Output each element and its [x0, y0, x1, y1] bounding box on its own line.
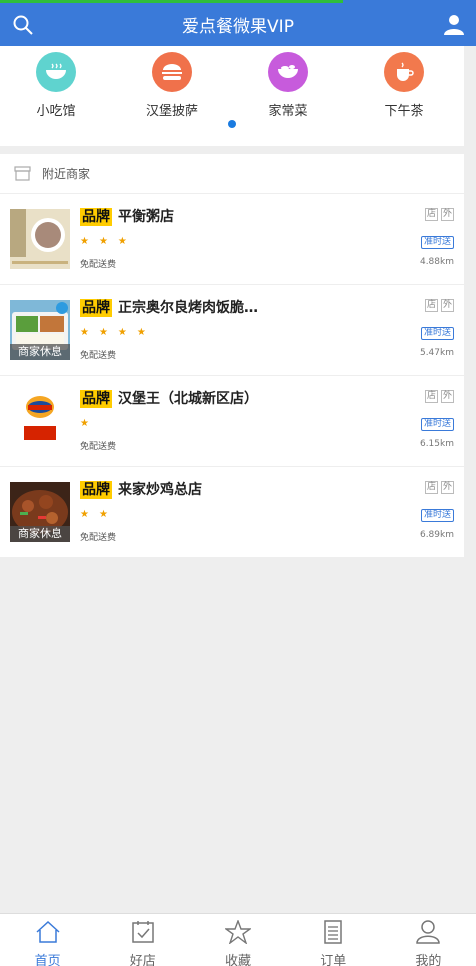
calendar-check-icon — [132, 921, 154, 943]
ontime-badge: 准时送 — [420, 327, 454, 340]
bottom-tab-bar: 首页 好店 收藏 订单 我的 — [0, 913, 476, 966]
category-snack-bar[interactable]: 小吃馆 — [16, 52, 96, 119]
takeout-badge: 外 — [440, 390, 454, 403]
ontime-badge: 准时送 — [420, 236, 454, 249]
nearby-shops-panel: 附近商家 品牌 平衡粥店 ★★★ 免配送费 店 外 准时送 4.88km 商家休… — [0, 154, 464, 558]
category-label: 下午茶 — [384, 104, 424, 119]
shop-thumbnail — [10, 209, 70, 269]
service-badges: 店 外 — [424, 299, 454, 312]
takeout-badge: 外 — [440, 299, 454, 312]
tab-good-shops[interactable]: 好店 — [95, 914, 190, 966]
delivery-fee: 免配送费 — [80, 260, 117, 270]
category-home-cooking[interactable]: 家常菜 — [248, 52, 328, 119]
store-badge: 店 — [424, 208, 438, 221]
shop-distance: 6.15km — [419, 439, 454, 449]
shop-name: 汉堡王（北城新区店） — [118, 391, 258, 407]
brand-tag: 品牌 — [80, 481, 112, 499]
category-carousel: 小吃馆 汉堡披萨 家常菜 下午茶 — [0, 46, 464, 146]
burger-icon — [152, 52, 192, 92]
shop-distance: 5.47km — [419, 348, 454, 358]
shop-closed-label: 商家休息 — [10, 526, 70, 542]
tab-me[interactable]: 我的 — [381, 914, 476, 966]
shop-closed-label: 商家休息 — [10, 344, 70, 360]
tab-orders[interactable]: 订单 — [286, 914, 381, 966]
shop-name: 来家炒鸡总店 — [118, 482, 202, 498]
user-icon[interactable] — [442, 12, 466, 36]
tab-label: 好店 — [129, 954, 156, 966]
tab-home[interactable]: 首页 — [0, 914, 95, 966]
store-icon — [14, 166, 31, 181]
shop-thumbnail — [10, 391, 70, 451]
shop-item[interactable]: 品牌 汉堡王（北城新区店） ★ 免配送费 店 外 准时送 6.15km — [0, 376, 464, 467]
delivery-fee: 免配送费 — [80, 533, 117, 543]
shop-distance: 4.88km — [419, 257, 454, 267]
home-icon — [36, 920, 60, 943]
document-icon — [324, 920, 342, 944]
teacup-icon — [384, 52, 424, 92]
carousel-page-indicator — [228, 120, 236, 128]
shop-thumbnail: 商家休息 — [10, 300, 70, 360]
delivery-fee: 免配送费 — [80, 351, 117, 361]
tab-label: 收藏 — [225, 954, 252, 966]
store-badge: 店 — [424, 390, 438, 403]
nearby-header: 附近商家 — [0, 154, 464, 194]
tab-label: 订单 — [320, 954, 347, 966]
category-label: 汉堡披萨 — [145, 104, 198, 119]
header: 爱点餐微果VIP — [0, 3, 476, 46]
takeout-badge: 外 — [440, 481, 454, 494]
ontime-badge: 准时送 — [420, 418, 454, 431]
store-badge: 店 — [424, 481, 438, 494]
bowl-icon — [36, 52, 76, 92]
star-icon — [223, 919, 253, 945]
brand-tag: 品牌 — [80, 390, 112, 408]
service-badges: 店 外 — [424, 481, 454, 494]
brand-tag: 品牌 — [80, 208, 112, 226]
search-icon[interactable] — [12, 14, 34, 36]
service-badges: 店 外 — [424, 390, 454, 403]
ontime-badge: 准时送 — [420, 509, 454, 522]
dish-icon — [268, 52, 308, 92]
nearby-title: 附近商家 — [42, 167, 91, 181]
tab-label: 首页 — [34, 954, 61, 966]
tab-favorites[interactable]: 收藏 — [190, 914, 285, 966]
tab-label: 我的 — [415, 954, 442, 966]
shop-name: 正宗奥尔良烤肉饭脆… — [118, 300, 258, 316]
shop-rating: ★★ — [80, 509, 118, 520]
category-burger-pizza[interactable]: 汉堡披萨 — [132, 52, 212, 119]
shop-item[interactable]: 品牌 平衡粥店 ★★★ 免配送费 店 外 准时送 4.88km — [0, 194, 464, 285]
category-label: 小吃馆 — [36, 104, 76, 119]
category-label: 家常菜 — [268, 104, 308, 119]
shop-name: 平衡粥店 — [118, 209, 174, 225]
shop-thumbnail: 商家休息 — [10, 482, 70, 542]
shop-item[interactable]: 商家休息 品牌 来家炒鸡总店 ★★ 免配送费 店 外 准时送 6.89km — [0, 467, 464, 558]
shop-rating: ★★★ — [80, 236, 137, 247]
store-badge: 店 — [424, 299, 438, 312]
shop-rating: ★★★★ — [80, 327, 156, 338]
category-afternoon-tea[interactable]: 下午茶 — [364, 52, 444, 119]
shop-rating: ★ — [80, 418, 99, 429]
brand-tag: 品牌 — [80, 299, 112, 317]
app-title: 爱点餐微果VIP — [182, 17, 294, 37]
service-badges: 店 外 — [424, 208, 454, 221]
burger-king-logo — [24, 396, 56, 440]
takeout-badge: 外 — [440, 208, 454, 221]
shop-item[interactable]: 商家休息 品牌 正宗奥尔良烤肉饭脆… ★★★★ 免配送费 店 外 准时送 5.4… — [0, 285, 464, 376]
user-icon — [416, 920, 441, 944]
shop-distance: 6.89km — [419, 530, 454, 540]
delivery-fee: 免配送费 — [80, 442, 117, 452]
